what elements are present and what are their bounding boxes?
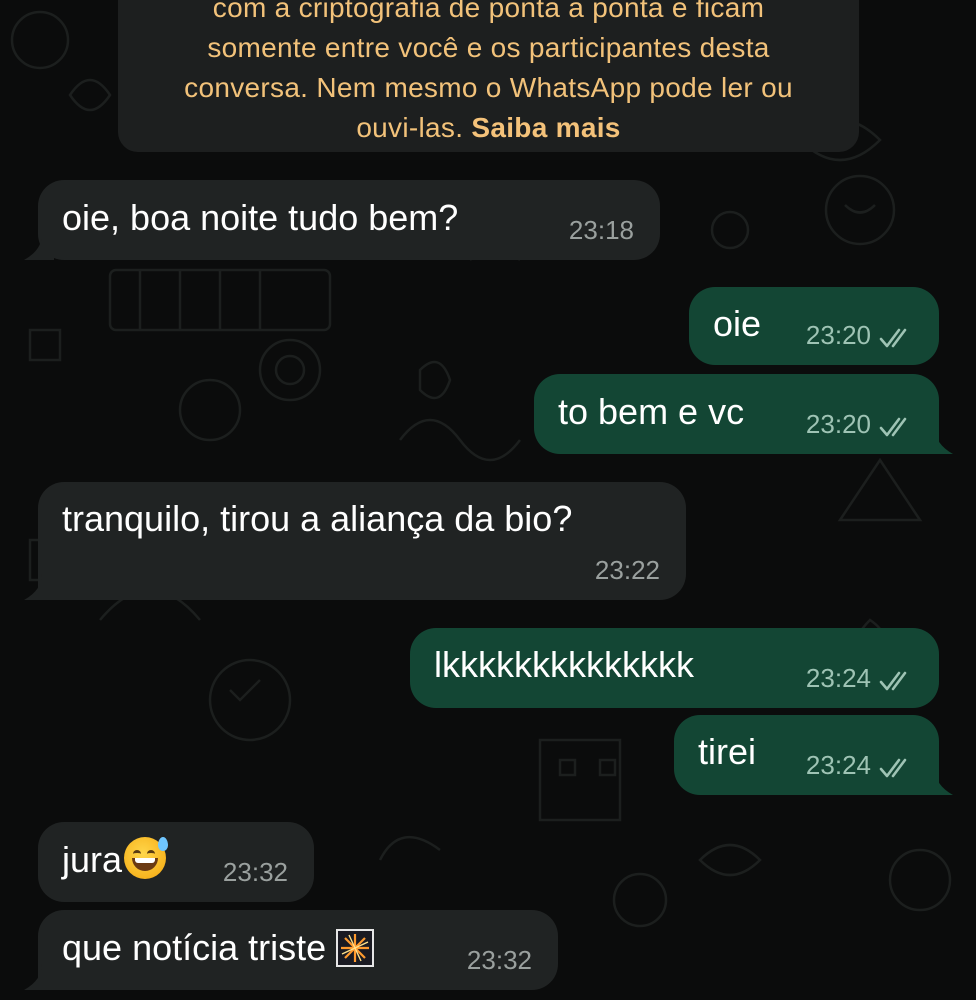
message-bubble-incoming[interactable]: que notícia triste 23:32 <box>24 910 558 990</box>
message-text: jura <box>62 837 169 883</box>
message-meta: 23:20 <box>806 409 913 440</box>
message-bubble-incoming[interactable]: oie, boa noite tudo bem? 23:18 <box>24 180 660 260</box>
double-check-icon <box>879 668 913 690</box>
message-time: 23:24 <box>805 663 871 693</box>
bubble-tail <box>24 234 54 260</box>
double-check-icon <box>879 325 913 347</box>
message-time: 23:20 <box>805 320 871 350</box>
message-text: oie, boa noite tudo bem? <box>62 197 459 238</box>
message-time: 23:32 <box>466 945 532 975</box>
bubble-tail <box>24 964 54 990</box>
message-time: 23:18 <box>568 215 634 245</box>
message-meta: 23:32 <box>223 857 288 888</box>
message-text: que notícia triste <box>62 927 375 969</box>
message-time: 23:22 <box>594 555 660 585</box>
message-meta: 23:22 <box>595 555 660 586</box>
bubble-tail <box>923 769 953 795</box>
message-meta: 23:32 <box>467 945 532 976</box>
notice-line: somente entre você e os participantes de… <box>207 32 770 63</box>
notice-line-last: ouvi-las. Saiba mais <box>356 112 621 143</box>
message-time: 23:24 <box>805 750 871 780</box>
message-bubble-outgoing[interactable]: oie 23:20 <box>689 287 939 365</box>
message-bubble-incoming[interactable]: tranquilo, tirou a aliança da bio? 23:22 <box>24 482 686 600</box>
bubble-tail <box>24 574 54 600</box>
double-check-icon <box>879 414 913 436</box>
message-text: tirei <box>698 731 757 772</box>
fireworks-emoji <box>336 929 375 968</box>
message-bubble-incoming[interactable]: jura 23:32 <box>38 822 314 902</box>
message-meta: 23:24 <box>806 750 913 781</box>
double-check-icon <box>879 755 913 777</box>
notice-line: conversa. Nem mesmo o WhatsApp pode ler … <box>184 72 793 103</box>
message-meta: 23:18 <box>569 215 634 246</box>
message-meta: 23:24 <box>806 663 913 694</box>
message-text: lkkkkkkkkkkkkkk <box>434 644 694 685</box>
chat-conversation[interactable]: com a criptografia de ponta a ponta e fi… <box>0 0 976 1000</box>
notice-line: com a criptografia de ponta a ponta e fi… <box>212 0 765 23</box>
learn-more-link[interactable]: Saiba mais <box>471 112 620 143</box>
message-text-content: que notícia triste <box>62 927 327 968</box>
message-bubble-outgoing[interactable]: tirei 23:24 <box>674 715 953 795</box>
message-time: 23:32 <box>222 857 288 887</box>
grinning-face-with-sweat-emoji <box>124 837 169 880</box>
message-bubble-outgoing[interactable]: to bem e vc 23:20 <box>534 374 953 454</box>
message-text-content: jura <box>62 839 123 880</box>
message-meta: 23:20 <box>806 320 913 351</box>
message-text: to bem e vc <box>558 391 745 432</box>
message-text: oie <box>713 303 762 344</box>
message-bubble-outgoing[interactable]: lkkkkkkkkkkkkkk 23:24 <box>410 628 939 708</box>
encryption-notice[interactable]: com a criptografia de ponta a ponta e fi… <box>118 0 859 152</box>
message-text: tranquilo, tirou a aliança da bio? <box>62 498 573 539</box>
bubble-tail <box>923 428 953 454</box>
message-time: 23:20 <box>805 409 871 439</box>
